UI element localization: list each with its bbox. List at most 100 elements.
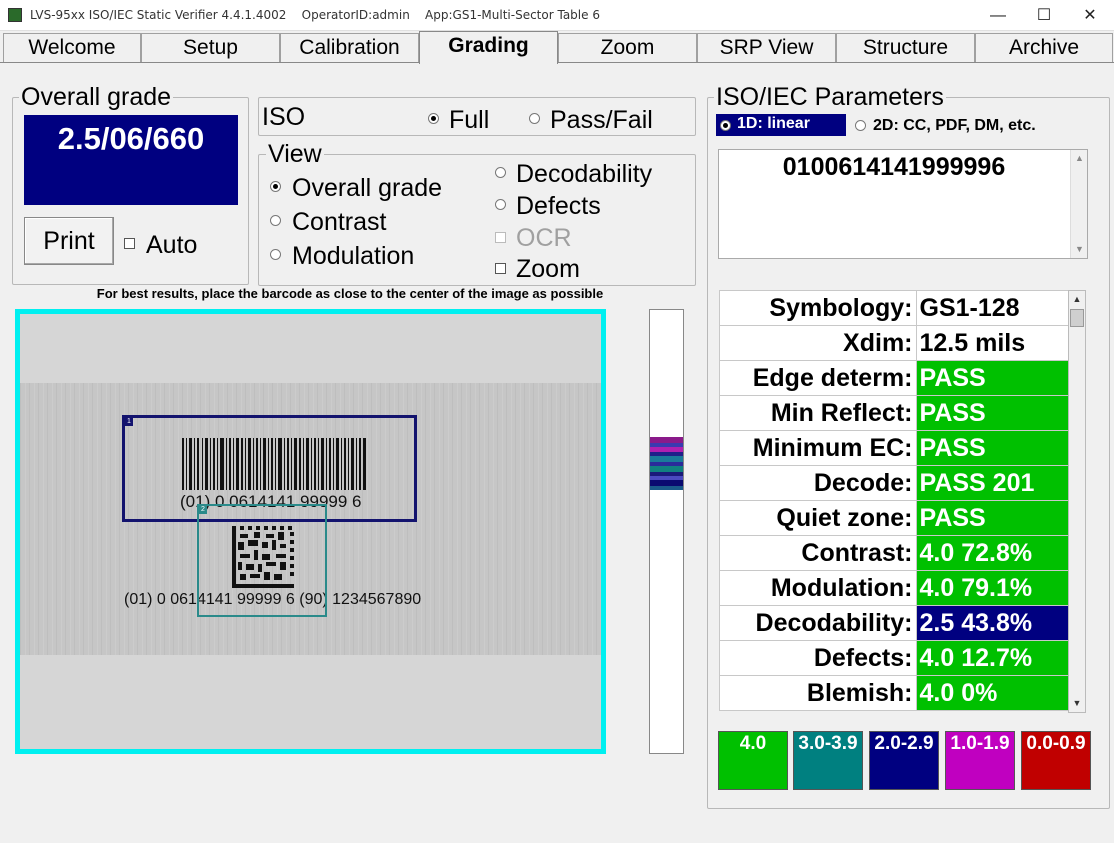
view-legend: View — [266, 140, 324, 168]
view-defects-radio[interactable] — [495, 199, 506, 210]
parameter-name: Symbology: — [719, 290, 917, 326]
roi-2-number: 2 — [199, 506, 207, 514]
barcode-image-viewport[interactable]: (01) 0 0614141 99999 6 (01) 0 0614141 99… — [15, 309, 606, 754]
auto-checkbox[interactable] — [124, 238, 135, 249]
parameter-row: Defects: 4.0 12.7% — [719, 640, 1069, 676]
print-button[interactable]: Print — [24, 217, 114, 265]
parameter-name: Edge determ: — [719, 360, 917, 396]
iso-iec-parameters-legend: ISO/IEC Parameters — [714, 83, 946, 111]
window-title: LVS-95xx ISO/IEC Static Verifier 4.4.1.4… — [30, 8, 600, 22]
parameter-row: Decode: PASS 201 — [719, 465, 1069, 501]
parameter-name: Decode: — [719, 465, 917, 501]
view-contrast-radio[interactable] — [270, 215, 281, 226]
full-radio[interactable] — [428, 113, 439, 124]
parameter-name: Minimum EC: — [719, 430, 917, 466]
parameter-row: Decodability: 2.5 43.8% — [719, 605, 1069, 641]
view-modulation-label: Modulation — [292, 242, 415, 270]
reflectance-profile-strip — [649, 309, 684, 754]
table-scroll-down-icon[interactable]: ▼ — [1069, 695, 1085, 712]
view-modulation-radio[interactable] — [270, 249, 281, 260]
decoded-data-box[interactable]: 0100614141999996 ▲ ▼ — [718, 149, 1088, 259]
parameter-value: PASS 201 — [915, 465, 1069, 501]
parameter-name: Min Reflect: — [719, 395, 917, 431]
parameter-row: Quiet zone: PASS — [719, 500, 1069, 536]
parameter-value: PASS — [915, 500, 1069, 536]
mode-2d-radio[interactable] — [855, 120, 866, 131]
tab-bar: Welcome Setup Calibration Grading Zoom S… — [0, 31, 1114, 64]
parameter-row: Contrast: 4.0 72.8% — [719, 535, 1069, 571]
parameter-value: PASS — [915, 360, 1069, 396]
zoom-label: Zoom — [516, 255, 580, 283]
table-scroll-thumb[interactable] — [1070, 309, 1084, 327]
parameter-name: Modulation: — [719, 570, 917, 606]
parameter-row: Blemish: 4.0 0% — [719, 675, 1069, 711]
parameter-value: 2.5 43.8% — [915, 605, 1069, 641]
parameter-value: 12.5 mils — [915, 325, 1069, 361]
parameter-row: Symbology: GS1-128 — [719, 290, 1069, 326]
app-icon — [8, 8, 22, 22]
decoded-data-scrollbar[interactable]: ▲ ▼ — [1070, 150, 1087, 258]
view-defects-label: Defects — [516, 192, 601, 220]
overall-grade-value: 2.5/06/660 — [24, 115, 238, 205]
grade-legend-2-0-2-9: 2.0-2.9 — [869, 731, 939, 790]
iso-label: ISO — [262, 103, 306, 131]
parameter-name: Contrast: — [719, 535, 917, 571]
table-scroll-up-icon[interactable]: ▲ — [1069, 291, 1085, 308]
decoded-data: 0100614141999996 — [782, 153, 1006, 181]
tab-calibration[interactable]: Calibration — [280, 33, 419, 63]
parameter-value: 4.0 72.8% — [915, 535, 1069, 571]
parameter-name: Quiet zone: — [719, 500, 917, 536]
view-overall-radio[interactable] — [270, 181, 281, 192]
minimize-button[interactable]: — — [975, 0, 1021, 31]
roi-2-2d[interactable]: 2 — [197, 504, 327, 617]
passfail-label: Pass/Fail — [550, 106, 653, 134]
grade-legend-1-0-1-9: 1.0-1.9 — [945, 731, 1015, 790]
ocr-label: OCR — [516, 224, 572, 252]
parameter-value: GS1-128 — [915, 290, 1069, 326]
tab-welcome[interactable]: Welcome — [3, 33, 141, 63]
tab-setup[interactable]: Setup — [141, 33, 280, 63]
view-decodability-label: Decodability — [516, 160, 653, 188]
parameter-table-scrollbar[interactable]: ▲ ▼ — [1068, 290, 1086, 713]
mode-2d-label: 2D: CC, PDF, DM, etc. — [873, 117, 1036, 134]
profile-bands — [650, 437, 683, 490]
maximize-button[interactable]: ☐ — [1021, 0, 1067, 31]
full-label: Full — [449, 106, 490, 134]
parameter-name: Xdim: — [719, 325, 917, 361]
view-overall-label: Overall grade — [292, 174, 443, 202]
parameter-name: Defects: — [719, 640, 917, 676]
parameter-row: Min Reflect: PASS — [719, 395, 1069, 431]
tab-zoom[interactable]: Zoom — [558, 33, 697, 63]
tab-structure[interactable]: Structure — [836, 33, 975, 63]
parameter-name: Decodability: — [719, 605, 917, 641]
parameter-value: 4.0 0% — [915, 675, 1069, 711]
title-bar: LVS-95xx ISO/IEC Static Verifier 4.4.1.4… — [0, 0, 1114, 31]
grade-legend-0-0-0-9: 0.0-0.9 — [1021, 731, 1091, 790]
placement-hint: For best results, place the barcode as c… — [96, 286, 604, 301]
roi-1-number: 1 — [125, 418, 133, 426]
close-button[interactable]: ✕ — [1067, 0, 1113, 31]
parameter-value: PASS — [915, 395, 1069, 431]
parameter-value: 4.0 79.1% — [915, 570, 1069, 606]
mode-1d-radio[interactable] — [720, 120, 731, 131]
grade-legend-3-0-3-9: 3.0-3.9 — [793, 731, 863, 790]
tab-grading[interactable]: Grading — [419, 31, 558, 64]
tab-archive[interactable]: Archive — [975, 33, 1113, 63]
parameter-row: Xdim: 12.5 mils — [719, 325, 1069, 361]
passfail-radio[interactable] — [529, 113, 540, 124]
overall-grade-legend: Overall grade — [19, 83, 174, 111]
mode-1d-label: 1D: linear — [737, 115, 810, 132]
ocr-checkbox — [495, 232, 506, 243]
scroll-down-icon[interactable]: ▼ — [1071, 241, 1088, 258]
parameter-row: Minimum EC: PASS — [719, 430, 1069, 466]
parameter-row: Modulation: 4.0 79.1% — [719, 570, 1069, 606]
tab-srp-view[interactable]: SRP View — [697, 33, 836, 63]
view-contrast-label: Contrast — [292, 208, 387, 236]
parameter-value: 4.0 12.7% — [915, 640, 1069, 676]
grade-legend-4-0: 4.0 — [718, 731, 788, 790]
parameter-value: PASS — [915, 430, 1069, 466]
zoom-checkbox[interactable] — [495, 263, 506, 274]
scroll-up-icon[interactable]: ▲ — [1071, 150, 1088, 167]
view-decodability-radio[interactable] — [495, 167, 506, 178]
parameter-name: Blemish: — [719, 675, 917, 711]
